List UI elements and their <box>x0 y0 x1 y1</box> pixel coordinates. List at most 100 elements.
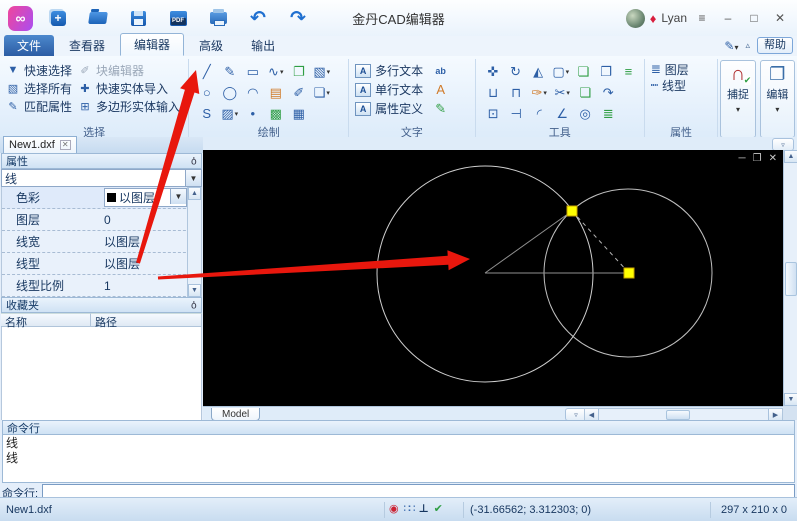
quick-entity-import-button[interactable]: ✚ 快速实体导入 <box>78 79 180 97</box>
mtext-button[interactable]: A 多行文本 <box>355 61 423 80</box>
color-picker-icon[interactable]: ✑ ▾ <box>528 83 551 103</box>
group-circles-icon[interactable]: ◎ <box>574 104 597 124</box>
color-combo[interactable]: 以图层 ▼ <box>104 188 187 207</box>
offset-icon[interactable]: ⊣ <box>505 104 528 124</box>
chevron-down-icon[interactable]: ▼ <box>185 170 201 186</box>
grip-point[interactable] <box>566 205 578 217</box>
redo-button[interactable]: ↷ <box>287 7 309 29</box>
vertical-scroll-thumb[interactable] <box>785 262 797 296</box>
ellipse-icon[interactable]: ◯ <box>218 83 241 103</box>
table-row[interactable]: 线宽 以图层 <box>2 231 201 253</box>
vertical-scrollbar[interactable]: ▲ ▼ <box>783 150 797 406</box>
close-doc-icon[interactable]: ✕ <box>59 140 71 150</box>
pin-icon[interactable]: ϙ <box>191 300 197 311</box>
dashed-line[interactable] <box>571 210 630 274</box>
boundary-icon[interactable]: ▧ ▾ <box>310 62 333 82</box>
entity-selector[interactable]: 线 ▼ <box>1 169 202 187</box>
align-icon[interactable]: ≡ <box>617 62 640 82</box>
mdi-restore-button[interactable]: ❐ <box>753 153 762 164</box>
print-button[interactable] <box>207 7 229 29</box>
scale-icon[interactable]: ⊡ <box>482 104 505 124</box>
duplicate-icon[interactable]: ❏ <box>574 83 597 103</box>
minimize-button[interactable]: – <box>717 8 739 28</box>
wipeout-icon[interactable]: ❏ ▾ <box>310 83 333 103</box>
help-button[interactable]: 帮助 <box>757 37 793 54</box>
layers-merge-icon[interactable]: ≣ <box>597 104 620 124</box>
style-pen-button[interactable]: ✎▾ <box>724 39 738 53</box>
linetype-button[interactable]: ┉ 线型 <box>651 77 714 93</box>
collapse-ribbon-button[interactable]: ▵ <box>745 40 750 51</box>
sketch-icon[interactable]: ✎ <box>218 62 241 82</box>
chamfer-icon[interactable]: ∠ <box>551 104 574 124</box>
insert-block-icon[interactable]: ❐ <box>287 62 310 82</box>
osnap-check-icon[interactable]: ✔ <box>434 504 443 515</box>
hatch-icon[interactable]: ▨ ▾ <box>218 104 241 124</box>
table-icon[interactable]: ▦ <box>287 104 310 124</box>
ortho-icon[interactable]: ⊥ <box>419 504 429 515</box>
tab-viewer[interactable]: 查看器 <box>56 35 118 56</box>
rotate-icon[interactable]: ↻ <box>504 62 527 82</box>
layers-button[interactable]: ≣ 图层 <box>651 61 714 77</box>
scroll-up-icon[interactable]: ▲ <box>188 187 201 200</box>
command-history[interactable]: 线 线 <box>2 435 795 483</box>
match-properties-button[interactable]: ✎ 匹配属性 <box>6 97 72 115</box>
spell-check-icon[interactable]: ab <box>429 61 452 80</box>
chevron-down-icon[interactable]: ▾ <box>736 105 740 114</box>
column-name[interactable]: 名称 <box>1 313 91 329</box>
pin-icon[interactable]: ϙ <box>191 156 197 167</box>
user-avatar[interactable] <box>625 8 645 28</box>
select-all-button[interactable]: ▧ 选择所有 <box>6 79 72 97</box>
hatch-pen-icon[interactable]: ✐ <box>287 83 310 103</box>
tab-advanced[interactable]: 高级 <box>186 35 236 56</box>
close-button[interactable]: ✕ <box>769 8 791 28</box>
rotate-copy-icon[interactable]: ↷ <box>597 83 620 103</box>
spline-icon[interactable]: S <box>195 104 218 124</box>
mirror-icon[interactable]: ◭ <box>527 62 550 82</box>
snap-button[interactable]: ∩ ✔ 捕捉 ▾ <box>720 60 756 138</box>
arc-icon[interactable]: ◠ <box>241 83 264 103</box>
single-text-button[interactable]: A 单行文本 <box>355 80 423 99</box>
break-icon[interactable]: ✂ ▾ <box>551 83 574 103</box>
tab-output[interactable]: 输出 <box>238 35 288 56</box>
table-row[interactable]: 图层 0 <box>2 209 201 231</box>
scroll-down-icon[interactable]: ▼ <box>188 284 201 297</box>
edit-button[interactable]: ❐ 编辑 ▾ <box>759 60 795 138</box>
polyline-icon[interactable]: ∿ ▾ <box>264 62 287 82</box>
new-file-button[interactable]: + <box>47 7 69 29</box>
rectangle-icon[interactable]: ▭ <box>241 62 264 82</box>
mdi-minimize-button[interactable]: ─ <box>739 153 746 164</box>
grid-icon[interactable]: ∷∷ <box>404 504 416 515</box>
open-file-button[interactable] <box>87 7 109 29</box>
chevron-down-icon[interactable]: ▾ <box>775 105 779 114</box>
export-pdf-button[interactable]: PDF <box>167 7 189 29</box>
line-icon[interactable]: ╱ <box>195 62 218 82</box>
block-edit-icon[interactable]: ▢ ▾ <box>549 62 572 82</box>
polygon-entity-input-button[interactable]: ⊞ 多边形实体输入 <box>78 97 180 115</box>
extend-icon[interactable]: ⊓ <box>505 83 528 103</box>
tab-file[interactable]: 文件 <box>4 35 55 56</box>
grip-point[interactable] <box>623 267 635 279</box>
horizontal-scroll-thumb[interactable] <box>666 410 690 420</box>
move-icon[interactable]: ✜ <box>482 62 505 82</box>
document-tab[interactable]: New1.dxf ✕ <box>3 136 77 153</box>
menu-button[interactable]: ≡ <box>691 8 713 28</box>
save-button[interactable] <box>127 7 149 29</box>
drawing-canvas[interactable]: ─ ❐ ✕ <box>203 150 783 406</box>
diagonal-line[interactable] <box>484 210 573 274</box>
quick-select-button[interactable]: ▼ 快速选择 <box>6 61 72 79</box>
attribute-define-button[interactable]: A 属性定义 <box>355 99 423 118</box>
scroll-down-icon[interactable]: ▼ <box>784 393 797 406</box>
column-path[interactable]: 路径 <box>91 313 202 329</box>
copy-object-icon[interactable]: ❏ <box>572 62 595 82</box>
image-icon[interactable]: ▩ <box>264 104 287 124</box>
trim-icon[interactable]: ⊔ <box>482 83 505 103</box>
favorites-list[interactable] <box>1 327 202 429</box>
circle-icon[interactable]: ○ <box>195 83 218 103</box>
text-style-icon[interactable]: A <box>429 80 452 99</box>
properties-scrollbar[interactable]: ▲ ▼ <box>187 187 201 297</box>
table-row[interactable]: 线型 以图层 <box>2 253 201 275</box>
mdi-close-button[interactable]: ✕ <box>769 153 777 164</box>
fillet-icon[interactable]: ◜ <box>528 104 551 124</box>
undo-button[interactable]: ↶ <box>247 7 269 29</box>
left-circle[interactable] <box>376 165 594 383</box>
